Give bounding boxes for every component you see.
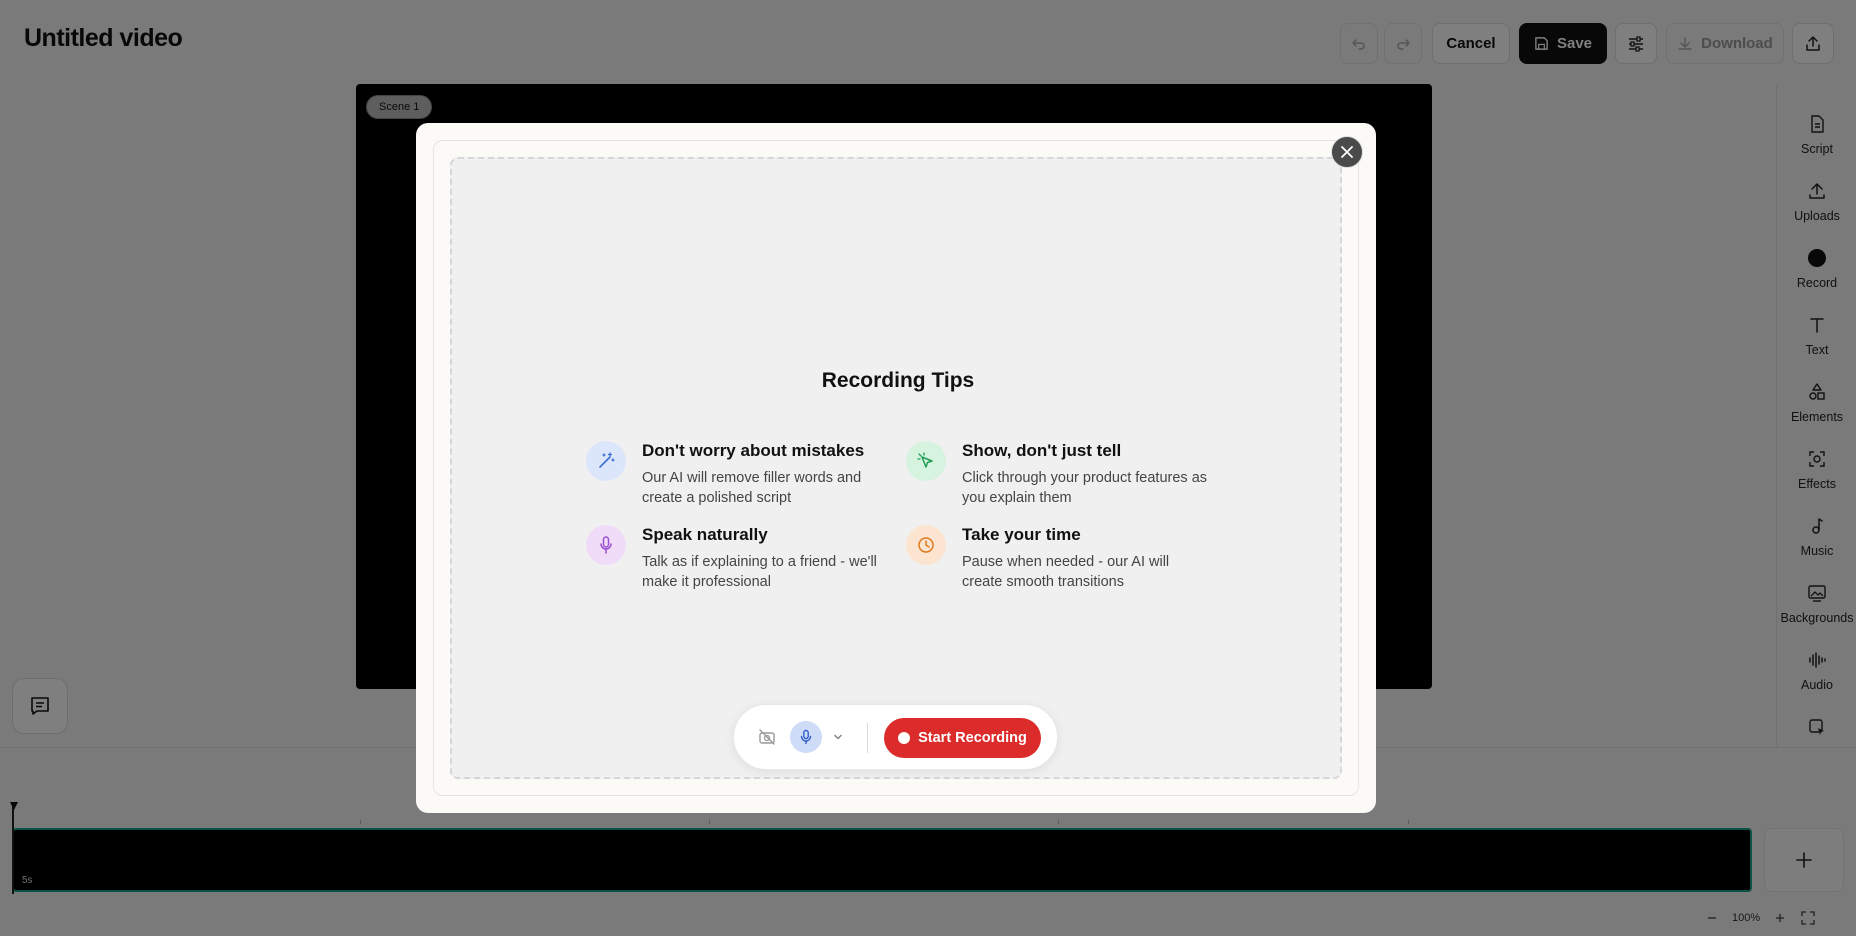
close-modal-button[interactable] bbox=[1331, 136, 1363, 168]
cursor-click-icon bbox=[906, 441, 946, 481]
tip-description: Our AI will remove filler words and crea… bbox=[642, 470, 862, 506]
microphone-toggle-button[interactable] bbox=[790, 721, 822, 753]
tip-heading: Take your time bbox=[962, 525, 1081, 544]
magic-wand-icon bbox=[586, 441, 626, 481]
input-device-dropdown[interactable] bbox=[830, 729, 846, 745]
tip-heading: Show, don't just tell bbox=[962, 441, 1122, 460]
microphone-icon bbox=[586, 525, 626, 565]
start-recording-label: Start Recording bbox=[918, 730, 1027, 746]
camera-toggle-button[interactable] bbox=[756, 726, 778, 748]
recording-controls: Start Recording bbox=[733, 704, 1058, 770]
start-recording-button[interactable]: Start Recording bbox=[884, 718, 1041, 758]
clock-icon bbox=[906, 525, 946, 565]
close-icon bbox=[1341, 146, 1353, 158]
tip-description: Click through your product features as y… bbox=[962, 470, 1208, 506]
tip-heading: Speak naturally bbox=[642, 525, 768, 544]
microphone-icon bbox=[800, 729, 812, 745]
tip-heading: Don't worry about mistakes bbox=[642, 441, 865, 460]
tip-description: Pause when needed - our AI will create s… bbox=[962, 554, 1170, 590]
record-dot-icon bbox=[898, 732, 911, 744]
tips-title: Recording Tips bbox=[821, 369, 975, 392]
recording-preview-area: Recording Tips Don't worry about mistake… bbox=[450, 157, 1342, 779]
camera-off-icon bbox=[759, 729, 775, 745]
tip-description: Talk as if explaining to a friend - we'l… bbox=[642, 554, 877, 590]
chevron-down-icon bbox=[834, 734, 842, 740]
divider bbox=[867, 723, 868, 753]
